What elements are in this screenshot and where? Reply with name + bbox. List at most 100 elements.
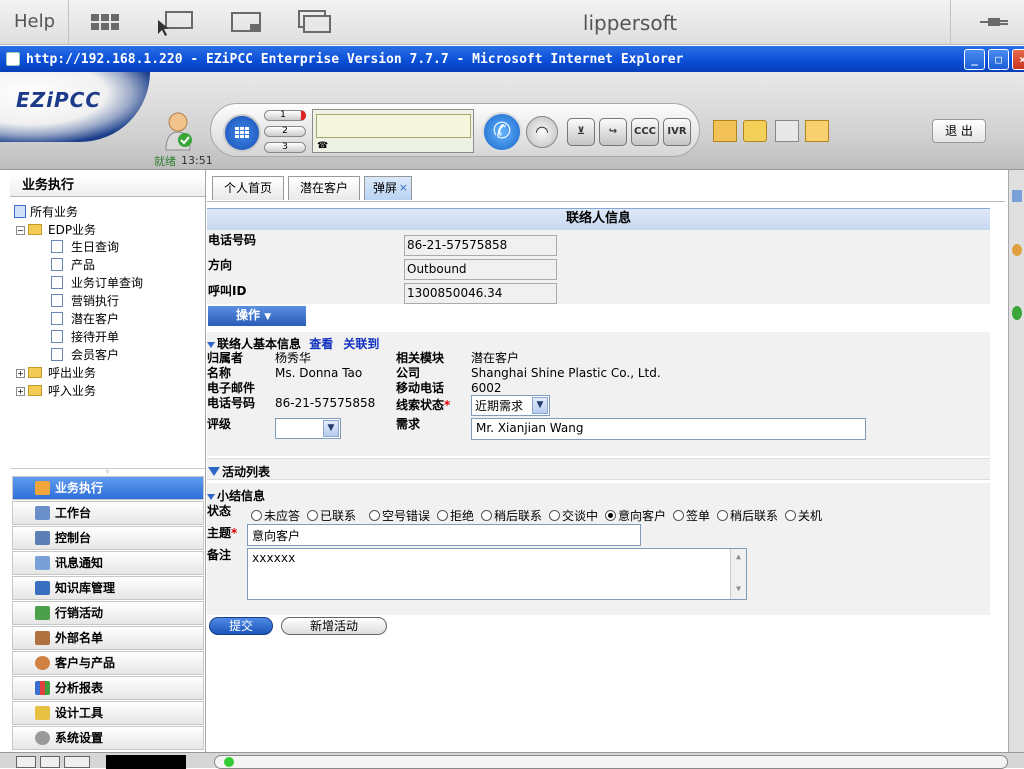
tree-inbound-label: 呼入业务	[48, 384, 97, 398]
collapse-triangle-icon[interactable]	[207, 342, 215, 348]
radio-label: 签单	[686, 509, 711, 523]
email-web-icon[interactable]	[743, 120, 767, 142]
menu-knowledge-base[interactable]: 知识库管理	[12, 576, 204, 600]
customer-icon	[35, 656, 50, 670]
edit-icon[interactable]	[1012, 190, 1022, 202]
maximize-button[interactable]: □	[988, 49, 1009, 70]
basic-phone-label: 电话号码	[207, 396, 256, 410]
collapse-icon[interactable]: −	[16, 226, 25, 235]
lead-status-select[interactable]: 近期需求 ▼	[471, 395, 550, 416]
lead-status-text: 线索状态	[396, 398, 445, 412]
subject-input[interactable]: 意向客户	[247, 524, 641, 546]
menu-notifications[interactable]: 讯息通知	[12, 551, 204, 575]
radio-call-later-2[interactable]: 稍后联系	[717, 507, 778, 524]
sidebar-splitter[interactable]: ▿	[10, 468, 205, 476]
logout-button[interactable]: 退 出	[932, 119, 986, 143]
note-label: 备注	[207, 548, 232, 562]
tree-item-marketing[interactable]: 营销执行	[51, 292, 119, 309]
windows-icon[interactable]	[297, 9, 333, 35]
line-1-button[interactable]: 1	[264, 110, 306, 121]
status-time: 13:51	[181, 154, 213, 167]
help-button[interactable]: Help	[14, 11, 55, 32]
menu-external-list[interactable]: 外部名单	[12, 626, 204, 650]
view-link[interactable]: 查看	[309, 337, 333, 351]
tree-item-reception[interactable]: 接待开单	[51, 328, 119, 345]
minimize-button[interactable]: _	[964, 49, 985, 70]
submit-button[interactable]: 提交	[209, 617, 273, 635]
action-button[interactable]: 操作 ▼	[208, 306, 306, 326]
tree-root-icon	[14, 205, 26, 218]
radio-talking[interactable]: 交谈中	[549, 507, 598, 524]
tree-item-birthday[interactable]: 生日查询	[51, 238, 119, 255]
link-to-link[interactable]: 关联到	[343, 337, 379, 351]
direction-label: 方向	[208, 258, 233, 272]
menu-customers-products[interactable]: 客户与产品	[12, 651, 204, 675]
tree-edp[interactable]: − EDP业务	[16, 221, 96, 238]
activity-header[interactable]: 活动列表	[208, 463, 270, 480]
mail-icon[interactable]	[805, 120, 829, 142]
radio-contacted[interactable]: 已联系	[307, 507, 356, 524]
expand-icon[interactable]: +	[16, 387, 25, 396]
menu-settings[interactable]: 系统设置	[12, 726, 204, 750]
menu-workbench[interactable]: 工作台	[12, 501, 204, 525]
connection-icon[interactable]	[980, 14, 1010, 30]
radio-signed[interactable]: 签单	[673, 507, 710, 524]
textarea-scrollbar[interactable]: ▲ ▼	[730, 549, 746, 599]
fax-icon[interactable]	[775, 120, 799, 142]
tree-item-label: 营销执行	[71, 294, 120, 308]
answer-call-button[interactable]: ✆	[482, 112, 522, 152]
tab-leads[interactable]: 潜在客户	[288, 176, 360, 200]
radio-circle	[549, 510, 560, 521]
folder-icon	[28, 224, 42, 235]
line-3-button[interactable]: 3	[264, 142, 306, 153]
rating-select[interactable]: ▼	[275, 418, 341, 439]
menu-campaigns[interactable]: 行销活动	[12, 601, 204, 625]
expand-icon[interactable]: +	[16, 369, 25, 378]
radio-refused[interactable]: 拒绝	[437, 507, 474, 524]
agent-avatar-icon[interactable]	[164, 110, 194, 152]
ie-icon	[6, 52, 20, 66]
tree-root[interactable]: 所有业务	[14, 203, 78, 220]
menu-console[interactable]: 控制台	[12, 526, 204, 550]
conference-button[interactable]: CCC	[631, 118, 659, 146]
radio-label: 已联系	[320, 509, 357, 523]
tree-item-product[interactable]: 产品	[51, 256, 95, 273]
need-input[interactable]: Mr. Xianjian Wang	[471, 418, 866, 440]
grid-icon[interactable]	[91, 12, 121, 32]
close-tab-icon[interactable]: ×	[399, 177, 408, 199]
tab-popup[interactable]: 弹屏 ×	[364, 176, 412, 200]
menu-reports[interactable]: 分析报表	[12, 676, 204, 700]
users-icon[interactable]	[1012, 244, 1022, 256]
hangup-button[interactable]: ◠	[526, 116, 558, 148]
phone-number-input[interactable]	[316, 114, 471, 138]
menu-business-execution[interactable]: 业务执行	[12, 476, 204, 500]
tab-home[interactable]: 个人首页	[212, 176, 284, 200]
menu-design-tools[interactable]: 设计工具	[12, 701, 204, 725]
collapse-triangle-icon[interactable]	[207, 494, 215, 500]
tree-item-leads[interactable]: 潜在客户	[51, 310, 119, 327]
hold-button[interactable]: ⊻	[567, 118, 595, 146]
tree-inbound[interactable]: + 呼入业务	[16, 382, 96, 399]
pointer-icon[interactable]	[158, 10, 194, 36]
note-textarea[interactable]: xxxxxx ▲ ▼	[247, 548, 747, 600]
radio-power-off[interactable]: 关机	[785, 507, 822, 524]
keypad-button[interactable]	[223, 114, 261, 152]
ivr-button[interactable]: IVR	[663, 118, 691, 146]
radio-no-answer[interactable]: 未应答	[251, 507, 300, 524]
line-2-button[interactable]: 2	[264, 126, 306, 137]
lock-screen-icon[interactable]	[230, 10, 264, 36]
collapse-triangle-icon	[208, 467, 220, 476]
radio-call-later[interactable]: 稍后联系	[481, 507, 542, 524]
user-green-icon[interactable]	[1012, 306, 1022, 320]
close-button[interactable]: ×	[1012, 49, 1024, 70]
tree-item-orders[interactable]: 业务订单查询	[51, 274, 143, 291]
message-icon[interactable]	[713, 120, 737, 142]
new-activity-button[interactable]: 新增活动	[281, 617, 387, 635]
radio-circle	[251, 510, 262, 521]
radio-wrong-number[interactable]: 空号错误	[369, 507, 430, 524]
ruler-icon	[35, 706, 50, 720]
tree-item-members[interactable]: 会员客户	[51, 346, 119, 363]
tree-outbound[interactable]: + 呼出业务	[16, 364, 96, 381]
transfer-button[interactable]: ↪	[599, 118, 627, 146]
radio-prospect[interactable]: 意向客户	[605, 507, 666, 524]
